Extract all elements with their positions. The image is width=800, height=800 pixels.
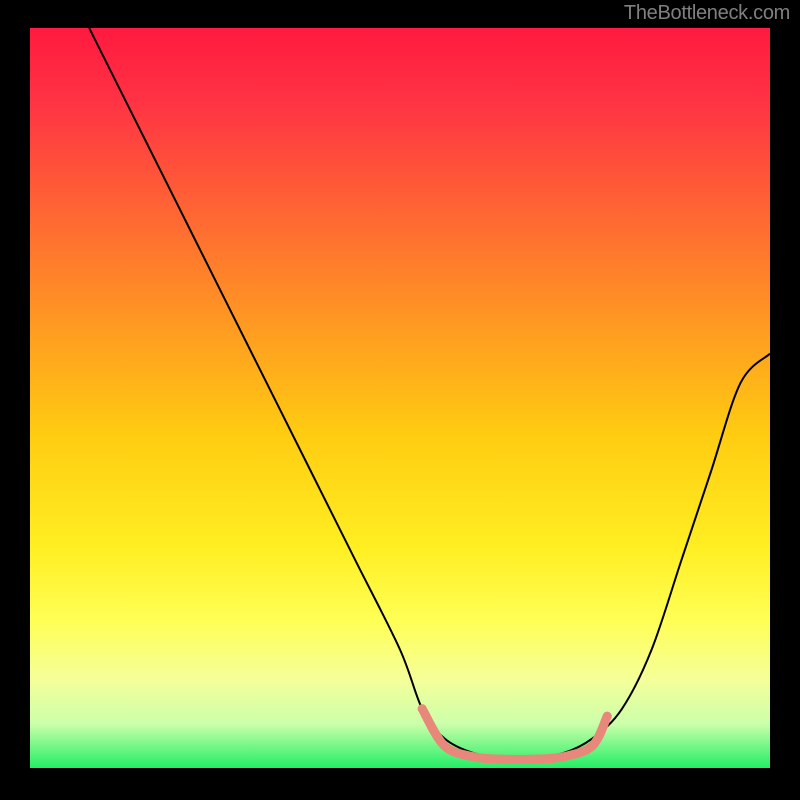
chart-container: TheBottleneck.com: [0, 0, 800, 800]
plot-area: [30, 28, 770, 768]
chart-svg: [30, 28, 770, 768]
watermark-text: TheBottleneck.com: [624, 2, 790, 25]
gradient-background: [30, 28, 770, 768]
